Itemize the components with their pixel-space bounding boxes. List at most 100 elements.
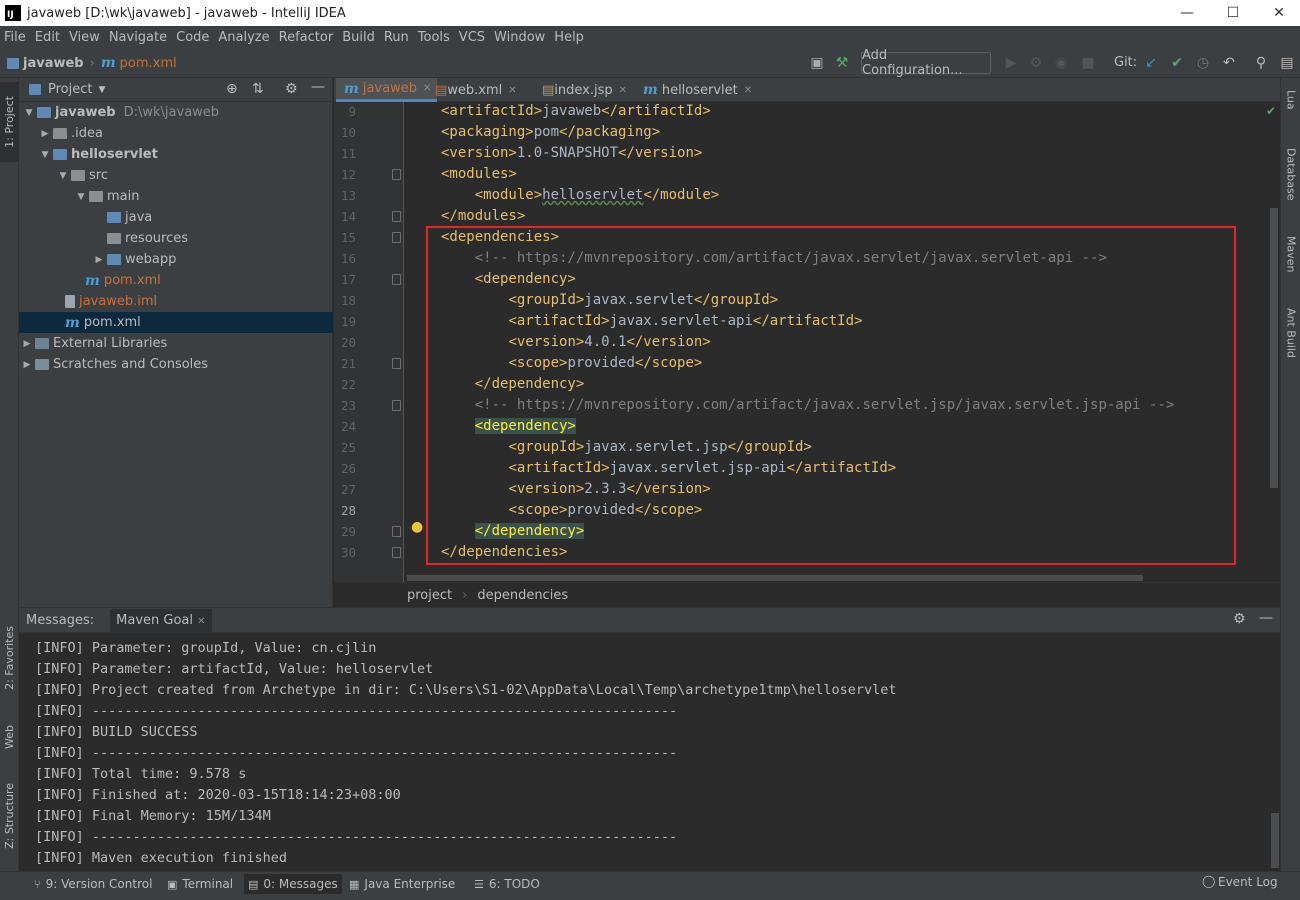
bottom-tab-java-enterprise[interactable]: ▦ Java Enterprise	[345, 874, 459, 894]
menu-item-help[interactable]: Help	[554, 30, 589, 45]
editor-tab-helloservlet[interactable]: m helloservlet ✕	[635, 78, 758, 102]
breadcrumb-dependencies[interactable]: dependencies	[477, 588, 568, 603]
gear-icon[interactable]: ⚙	[1233, 611, 1246, 627]
bottom-tab-9-version-control[interactable]: ⑂ 9: Version Control	[30, 874, 156, 894]
tree-item-src[interactable]: ▼ src	[19, 165, 333, 186]
tree-item-webapp[interactable]: ▶ webapp	[19, 249, 333, 270]
vertical-scrollbar[interactable]	[1270, 208, 1278, 488]
hide-panel-icon[interactable]: —	[1259, 610, 1273, 626]
bottom-tab-terminal[interactable]: ▣ Terminal	[163, 874, 237, 894]
lua-tool-tab[interactable]: Lua	[1281, 90, 1300, 130]
locate-icon[interactable]: ⊕	[226, 81, 238, 97]
maven-tool-tab[interactable]: Maven	[1281, 236, 1300, 290]
fold-marker-icon[interactable]	[392, 274, 401, 285]
add-configuration-button[interactable]: Add Configuration...	[861, 48, 991, 78]
run-window-icon[interactable]: ▣	[808, 54, 826, 72]
inspection-ok-icon[interactable]: ✔	[1266, 104, 1276, 118]
expand-arrow-icon[interactable]: ▼	[57, 171, 69, 181]
menu-item-build[interactable]: Build	[342, 30, 380, 45]
git-commit-icon[interactable]: ✔	[1168, 54, 1186, 72]
tree-item-pom-xml[interactable]: m pom.xml	[19, 270, 333, 291]
menu-item-file[interactable]: File	[4, 30, 31, 45]
menu-item-run[interactable]: Run	[384, 30, 414, 45]
close-window-button[interactable]: ✕	[1256, 0, 1300, 26]
expand-arrow-icon[interactable]: ▼	[75, 192, 87, 202]
lightbulb-icon[interactable]: ●	[411, 519, 423, 535]
maven-goal-tab[interactable]: Maven Goal ✕	[110, 608, 212, 632]
project-tool-tab[interactable]: 1: Project	[0, 82, 19, 162]
fold-marker-icon[interactable]	[392, 400, 401, 411]
coverage-icon[interactable]: ◉	[1052, 54, 1070, 72]
editor-tab-index-jsp[interactable]: ▤ index.jsp ✕	[536, 78, 633, 102]
tree-item-javaweb-iml[interactable]: javaweb.iml	[19, 291, 333, 312]
menu-item-refactor[interactable]: Refactor	[279, 30, 339, 45]
git-rollback-icon[interactable]: ↶	[1220, 54, 1238, 72]
fold-marker-icon[interactable]	[392, 232, 401, 243]
minimize-button[interactable]: —	[1164, 0, 1210, 26]
git-label: Git:	[1114, 55, 1138, 70]
run-icon[interactable]: ▶	[1002, 54, 1020, 72]
search-everywhere-icon[interactable]: ⚲	[1252, 54, 1270, 72]
bottom-tab-6-todo[interactable]: ☰ 6: TODO	[470, 874, 544, 894]
fold-marker-icon[interactable]	[392, 358, 401, 369]
expand-arrow-icon[interactable]: ▶	[21, 339, 33, 349]
tree-item-javaweb[interactable]: ▼ javaweb D:\wk\javaweb	[19, 102, 333, 123]
hide-panel-icon[interactable]: —	[311, 79, 325, 95]
expand-arrow-icon[interactable]: ▼	[23, 108, 35, 118]
database-tool-tab[interactable]: Database	[1281, 148, 1300, 218]
tree-item-pom-xml[interactable]: m pom.xml	[19, 312, 333, 333]
project-view-selector[interactable]: Project	[48, 82, 92, 97]
menu-item-view[interactable]: View	[69, 30, 105, 45]
gear-icon[interactable]: ⚙	[285, 81, 298, 97]
tree-item-idea[interactable]: ▶ .idea	[19, 123, 333, 144]
menu-item-edit[interactable]: Edit	[35, 30, 65, 45]
tree-item-java[interactable]: java	[19, 207, 333, 228]
structure-tool-tab[interactable]: Z: Structure	[0, 774, 19, 858]
build-hammer-icon[interactable]: ⚒	[833, 54, 851, 72]
log-scrollbar[interactable]	[1271, 813, 1279, 868]
breadcrumb-project[interactable]: project	[407, 588, 452, 603]
tree-item-scratches-and-consoles[interactable]: ▶ Scratches and Consoles	[19, 354, 333, 375]
stop-icon[interactable]: ■	[1079, 54, 1097, 72]
maximize-button[interactable]: ☐	[1210, 0, 1256, 26]
close-tab-icon[interactable]: ✕	[508, 85, 516, 96]
menu-item-code[interactable]: Code	[176, 30, 214, 45]
expand-arrow-icon[interactable]: ▶	[39, 129, 51, 139]
tree-item-main[interactable]: ▼ main	[19, 186, 333, 207]
bottom-tab-0-messages[interactable]: ▤ 0: Messages	[244, 874, 342, 894]
web-tool-tab[interactable]: Web	[0, 712, 19, 762]
fold-marker-icon[interactable]	[392, 547, 401, 558]
tree-item-label: External Libraries	[53, 336, 168, 351]
expand-arrow-icon[interactable]: ▶	[93, 255, 105, 265]
close-tab-icon[interactable]: ✕	[197, 616, 205, 627]
tree-item-external-libraries[interactable]: ▶ External Libraries	[19, 333, 333, 354]
nav-file[interactable]: pom.xml	[120, 56, 177, 71]
editor-tab-web-xml[interactable]: ▤ web.xml ✕	[429, 78, 523, 102]
expand-arrow-icon[interactable]: ▼	[39, 150, 51, 160]
favorites-tool-tab[interactable]: 2: Favorites	[0, 618, 19, 698]
fold-marker-icon[interactable]	[392, 211, 401, 222]
tree-item-resources[interactable]: resources	[19, 228, 333, 249]
menu-item-vcs[interactable]: VCS	[459, 30, 490, 45]
menu-item-window[interactable]: Window	[494, 30, 550, 45]
menu-item-analyze[interactable]: Analyze	[218, 30, 274, 45]
collapse-all-icon[interactable]: ⇅	[252, 81, 264, 97]
editor-tab-javaweb[interactable]: m javaweb ✕	[336, 78, 438, 102]
menu-item-tools[interactable]: Tools	[418, 30, 455, 45]
git-history-icon[interactable]: ◷	[1194, 54, 1212, 72]
fold-marker-icon[interactable]	[392, 169, 401, 180]
settings-icon[interactable]: ▤	[1278, 54, 1296, 72]
chevron-down-icon[interactable]: ▼	[98, 85, 105, 95]
debug-icon[interactable]: ⚙	[1027, 54, 1045, 72]
event-log-button[interactable]: Event Log	[1218, 875, 1278, 889]
nav-project[interactable]: javaweb	[23, 56, 84, 71]
ant-build-tool-tab[interactable]: Ant Build	[1281, 308, 1300, 378]
tree-item-helloservlet[interactable]: ▼ helloservlet	[19, 144, 333, 165]
fold-marker-icon[interactable]	[392, 526, 401, 537]
close-tab-icon[interactable]: ✕	[619, 85, 627, 96]
menu-item-navigate[interactable]: Navigate	[109, 30, 172, 45]
git-update-icon[interactable]: ↙	[1142, 54, 1160, 72]
close-tab-icon[interactable]: ✕	[744, 85, 752, 96]
horizontal-scrollbar[interactable]	[407, 575, 1143, 581]
expand-arrow-icon[interactable]: ▶	[21, 360, 33, 370]
